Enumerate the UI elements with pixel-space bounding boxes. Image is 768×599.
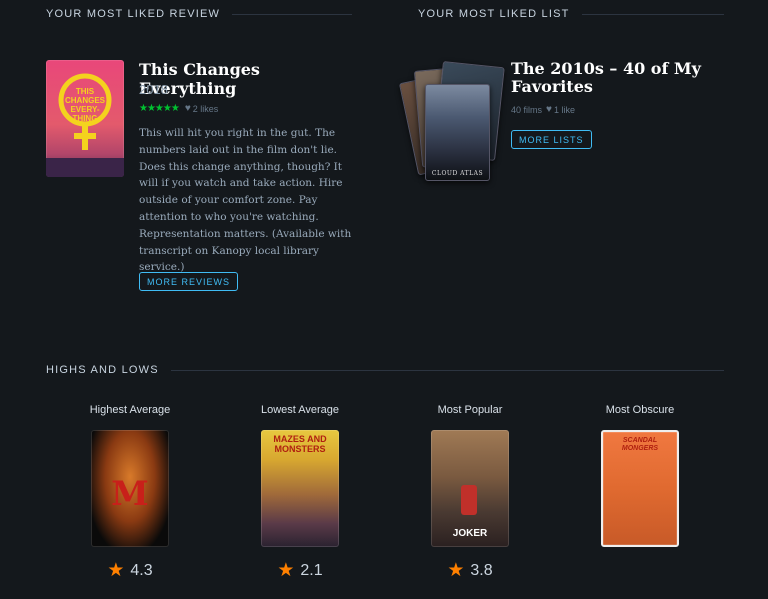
green-stars-icon: ★★★★★ (139, 103, 180, 114)
most-popular-rating: ★ 3.8 (410, 559, 530, 582)
review-body-text: This will hit you right in the gut. The … (139, 127, 352, 274)
star-icon: ★ (447, 560, 465, 581)
section-heading-text: Your most liked list (418, 8, 570, 20)
poster-title-text: JOKER (452, 528, 488, 539)
list-title[interactable]: The 2010s – 40 of My Favorites (511, 60, 711, 96)
most-obscure-poster[interactable]: SCANDAL MONGERS (601, 430, 679, 547)
section-heading-text: Your most liked review (46, 8, 221, 20)
most-obscure-column: Most Obscure SCANDAL MONGERS (580, 404, 700, 547)
review-film-title[interactable]: This Changes Everything (139, 60, 359, 98)
section-heading-text: Highs and lows (46, 364, 159, 376)
rating-value: 4.3 (130, 561, 153, 579)
most-liked-list-heading: Your most liked list (418, 8, 724, 20)
heart-icon: ♥ (184, 103, 191, 114)
most-popular-label: Most Popular (437, 404, 503, 416)
most-popular-poster[interactable]: JOKER (431, 430, 509, 547)
front-poster: CLOUD ATLAS (425, 84, 490, 181)
most-obscure-label: Most Obscure (605, 404, 675, 416)
highs-and-lows-heading: Highs and lows (46, 364, 724, 376)
review-rating-row: ★★★★★ ♥ 2 likes (139, 103, 218, 114)
lowest-average-poster[interactable]: MAZES AND MONSTERS (261, 430, 339, 547)
highest-average-poster[interactable]: M (91, 430, 169, 547)
review-likes[interactable]: 2 likes (193, 104, 219, 114)
poster-title-text: M (111, 474, 149, 514)
poster-figure (461, 485, 477, 515)
most-liked-review-heading: Your most liked review (46, 8, 352, 20)
most-popular-column: Most Popular JOKER ★ 3.8 (410, 404, 530, 582)
more-lists-button[interactable]: More lists (511, 130, 592, 149)
lowest-average-column: Lowest Average MAZES AND MONSTERS ★ 2.1 (240, 404, 360, 582)
highest-average-rating: ★ 4.3 (70, 559, 190, 582)
lowest-average-label: Lowest Average (260, 404, 340, 416)
divider (170, 369, 724, 371)
highest-average-column: Highest Average M ★ 4.3 (70, 404, 190, 582)
star-icon: ★ (277, 560, 295, 581)
divider (232, 13, 352, 15)
list-film-count: 40 films (511, 104, 543, 115)
rating-value: 3.8 (470, 561, 493, 579)
review-film-poster[interactable]: THIS CHANGES EVERY-THING (46, 60, 124, 177)
heart-icon: ♥ (546, 104, 552, 115)
poster-title-text: MAZES AND MONSTERS (273, 434, 327, 454)
star-icon: ★ (107, 560, 125, 581)
poster-title-text: SCANDAL MONGERS (621, 437, 659, 452)
rating-value: 2.1 (300, 561, 323, 579)
divider (581, 13, 724, 15)
lowest-average-rating: ★ 2.1 (240, 559, 360, 582)
more-reviews-button[interactable]: More reviews (139, 272, 239, 291)
list-meta: 40 films ♥ 1 like (511, 104, 575, 115)
highest-average-label: Highest Average (89, 404, 171, 416)
list-likes[interactable]: 1 like (554, 105, 575, 115)
poster-title-text: THIS CHANGES EVERY-THING (64, 87, 105, 123)
review-film-year[interactable]: 2018 (139, 82, 168, 97)
front-poster-label: CLOUD ATLAS (431, 170, 484, 177)
